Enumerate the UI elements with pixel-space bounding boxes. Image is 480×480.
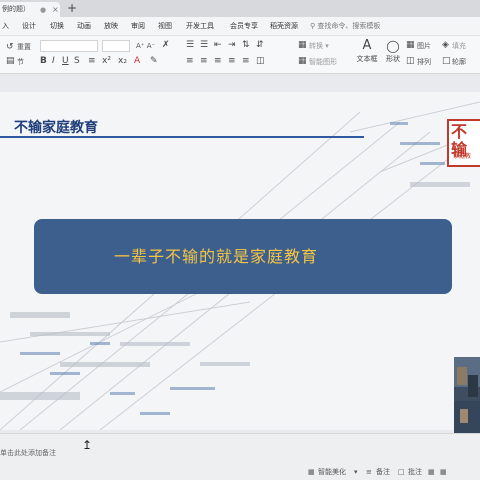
fill-icon: ◈ — [442, 40, 449, 50]
convert-icon: ▦ — [298, 40, 307, 50]
shape-icon: ◯ — [386, 39, 400, 53]
align-center-icon[interactable]: ≡ — [200, 56, 208, 67]
beautify-icon: ▦ — [308, 468, 315, 476]
picture-icon: ▦ — [406, 40, 415, 50]
beautify-button[interactable]: 智能美化 — [318, 467, 346, 477]
mouse-cursor-icon: ↥ — [82, 438, 93, 452]
menu-slideshow[interactable]: 放映 — [104, 17, 118, 36]
sorter-view-icon[interactable]: ▦ — [440, 467, 447, 477]
fill-button[interactable]: 填充 — [452, 41, 466, 51]
reset-icon: ↺ — [6, 42, 14, 52]
brand-logo: 不输 家庭教 — [447, 119, 480, 167]
shape-button[interactable]: ◯ 形状 — [383, 38, 403, 64]
font-size-dropdown[interactable] — [102, 40, 130, 52]
menu-review[interactable]: 审阅 — [131, 17, 145, 36]
clear-format-icon[interactable]: ✗ — [162, 40, 170, 51]
comment-button[interactable]: 批注 — [408, 467, 422, 477]
increase-indent-icon[interactable]: ⇥ — [228, 40, 236, 51]
document-tab-title: 例的题） — [2, 5, 30, 13]
banner-text: 一辈子不输的就是家庭教育 — [114, 247, 319, 266]
strikethrough-icon[interactable]: ≡ — [88, 56, 96, 67]
new-tab-button[interactable]: + — [66, 2, 78, 14]
picture-button[interactable]: 图片 — [417, 41, 431, 51]
align-left-icon[interactable]: ≡ — [186, 56, 194, 67]
section-button[interactable]: 节 — [17, 57, 24, 67]
logo-text: 家庭教 — [453, 153, 472, 160]
shape-label: 形状 — [386, 55, 400, 63]
decrease-indent-icon[interactable]: ⇤ — [214, 40, 222, 51]
normal-view-icon[interactable]: ▦ — [428, 467, 435, 477]
menu-insert[interactable]: 入 — [2, 17, 9, 36]
menu-animation[interactable]: 动画 — [77, 17, 91, 36]
numbered-list-icon[interactable]: ☰ — [200, 40, 208, 51]
outline-icon: □ — [442, 56, 451, 66]
columns-icon[interactable]: ◫ — [256, 56, 265, 67]
arrange-icon: ◫ — [406, 56, 415, 66]
reset-button[interactable]: 重置 — [17, 42, 31, 52]
beautify-dropdown-icon[interactable]: ▾ — [354, 467, 358, 477]
font-color-icon[interactable]: A — [134, 56, 140, 67]
convert-button[interactable]: 转换 ▾ — [309, 41, 329, 51]
justify-icon[interactable]: ≡ — [228, 56, 236, 67]
webcam-thumbnail — [454, 357, 480, 439]
underline-icon[interactable]: U — [62, 56, 69, 67]
unsaved-dot-icon: ● — [40, 6, 47, 14]
document-tab[interactable]: 例的题） ● × — [0, 2, 60, 17]
font-name-dropdown[interactable] — [40, 40, 98, 52]
outline-button[interactable]: 轮廓 — [452, 57, 466, 67]
menu-design[interactable]: 设计 — [22, 17, 36, 36]
textbox-icon: A — [362, 38, 372, 53]
smartart-button[interactable]: 智能图形 — [309, 57, 337, 67]
subscript-icon[interactable]: x₂ — [118, 56, 127, 67]
section-icon: ▤ — [6, 56, 15, 66]
title-underline — [0, 136, 364, 138]
text-direction-icon[interactable]: ⇵ — [256, 40, 264, 51]
command-search[interactable]: ⚲ 查找命令、搜索模板 — [310, 20, 395, 33]
menu-bar: 入 设计 切换 动画 放映 审阅 视图 开发工具 会员专享 稻壳资源 ⚲ 查找命… — [0, 17, 480, 36]
comment-icon: □ — [398, 468, 405, 476]
window-tab-bar: 例的题） ● × + — [0, 0, 480, 17]
close-tab-icon[interactable]: × — [52, 5, 60, 15]
slide-title[interactable]: 不输家庭教育 — [14, 117, 98, 137]
shadow-icon[interactable]: S — [74, 56, 80, 67]
menu-docer[interactable]: 稻壳资源 — [270, 17, 298, 36]
search-placeholder: 查找命令、搜索模板 — [317, 22, 381, 30]
font-size-adjust[interactable]: A⁺ A⁻ — [136, 41, 155, 51]
bold-icon[interactable]: B — [40, 56, 47, 67]
arrange-button[interactable]: 排列 — [417, 57, 431, 67]
textbox-label: 文本框 — [356, 55, 378, 63]
italic-icon[interactable]: I — [52, 56, 55, 67]
headline-banner[interactable]: 一辈子不输的就是家庭教育 — [34, 219, 452, 294]
status-bar: 单击此处添加备注 ▦ 智能美化 ▾ ≡ 备注 □ 批注 ▦ ▦ — [0, 433, 480, 480]
superscript-icon[interactable]: x² — [102, 56, 111, 67]
menu-transition[interactable]: 切换 — [50, 17, 64, 36]
textbox-button[interactable]: A 文本框 — [355, 38, 379, 64]
bullet-list-icon[interactable]: ☰ — [186, 40, 194, 51]
notes-icon: ≡ — [366, 468, 372, 476]
line-spacing-icon[interactable]: ⇅ — [242, 40, 250, 51]
menu-view[interactable]: 视图 — [158, 17, 172, 36]
menu-member[interactable]: 会员专享 — [230, 17, 258, 36]
ribbon-toolbar: ↺ 重置 ▤ 节 A⁺ A⁻ ✗ B I U S ≡ x² x₂ A ✎ ☰ ☰… — [0, 36, 480, 74]
highlight-icon[interactable]: ✎ — [150, 56, 158, 67]
slide-canvas[interactable]: 不输家庭教育 不输 家庭教 一辈子不输的就是家庭教育 — [0, 92, 480, 430]
notes-placeholder[interactable]: 单击此处添加备注 — [0, 448, 56, 458]
smartart-icon: ▦ — [298, 56, 307, 66]
search-icon: ⚲ — [310, 22, 316, 30]
notes-button[interactable]: 备注 — [376, 467, 390, 477]
align-right-icon[interactable]: ≡ — [214, 56, 222, 67]
menu-developer[interactable]: 开发工具 — [186, 17, 214, 36]
distribute-icon[interactable]: ≡ — [242, 56, 250, 67]
